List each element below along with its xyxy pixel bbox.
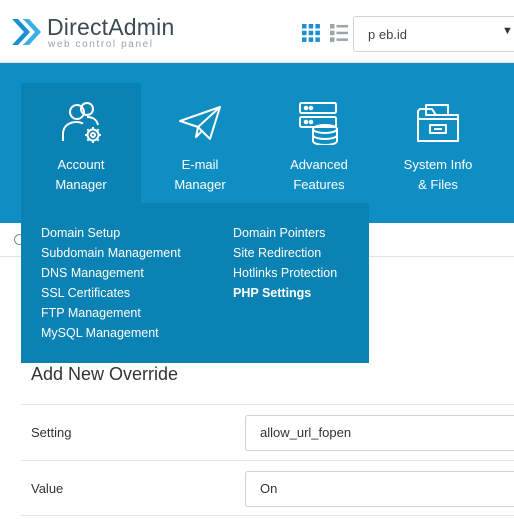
folder-files-icon: [417, 104, 459, 142]
menu-item-domain-setup[interactable]: Domain Setup: [41, 223, 181, 243]
logo-subtitle: web control panel: [48, 39, 154, 50]
nav-account-manager-label: Account Manager: [55, 157, 107, 192]
list-view-icon[interactable]: [330, 24, 348, 42]
nav-advanced-features-label: Advanced Features: [290, 157, 348, 192]
page-title: Add New Override: [31, 364, 179, 384]
grid-view-icon[interactable]: [302, 24, 320, 42]
server-database-icon: [299, 102, 338, 145]
domain-select-value: p eb.id: [368, 27, 408, 42]
nav-system-info-files-label: System Info & Files: [403, 157, 473, 192]
menu-item-subdomain-management[interactable]: Subdomain Management: [41, 243, 181, 263]
nav-account-manager[interactable]: Account Manager: [21, 83, 141, 203]
setting-row: Setting allow_url_fopen: [21, 404, 514, 460]
menu-item-ssl-certificates[interactable]: SSL Certificates: [41, 283, 181, 303]
users-gear-icon: [62, 102, 101, 143]
logo-arrows-icon: [12, 19, 41, 45]
menu-item-php-settings[interactable]: PHP Settings: [233, 283, 337, 303]
setting-label: Setting: [31, 425, 72, 440]
top-bar: DirectAdmin web control panel p eb.id ▼: [0, 0, 514, 63]
nav-email-manager-label: E-mail Manager: [174, 157, 226, 192]
setting-input[interactable]: allow_url_fopen: [245, 415, 514, 451]
menu-item-mysql-management[interactable]: MySQL Management: [41, 323, 181, 343]
domain-select[interactable]: p eb.id ▼: [353, 16, 514, 52]
value-label: Value: [31, 481, 64, 496]
menu-item-site-redirection[interactable]: Site Redirection: [233, 243, 337, 263]
menu-item-ftp-management[interactable]: FTP Management: [41, 303, 181, 323]
menu-item-hotlinks-protection[interactable]: Hotlinks Protection: [233, 263, 337, 283]
nav-system-info-files[interactable]: System Info & Files: [378, 83, 498, 203]
directadmin-logo[interactable]: DirectAdmin web control panel: [10, 14, 174, 50]
nav-advanced-features[interactable]: Advanced Features: [259, 83, 379, 203]
nav-email-manager[interactable]: E-mail Manager: [140, 83, 260, 203]
value-input[interactable]: On: [245, 471, 514, 507]
logo-title: DirectAdmin: [47, 14, 175, 40]
account-manager-dropdown: Domain Setup Subdomain Management DNS Ma…: [21, 203, 369, 363]
value-row: Value On: [21, 460, 514, 516]
chevron-down-icon: ▼: [502, 25, 513, 37]
main-navigation: Account Manager E-mail Manager Advanced …: [0, 63, 514, 223]
paper-plane-icon: [179, 106, 221, 140]
dropdown-right-column: Domain Pointers Site Redirection Hotlink…: [233, 223, 337, 303]
menu-item-dns-management[interactable]: DNS Management: [41, 263, 181, 283]
menu-item-domain-pointers[interactable]: Domain Pointers: [233, 223, 337, 243]
dropdown-left-column: Domain Setup Subdomain Management DNS Ma…: [41, 223, 181, 343]
